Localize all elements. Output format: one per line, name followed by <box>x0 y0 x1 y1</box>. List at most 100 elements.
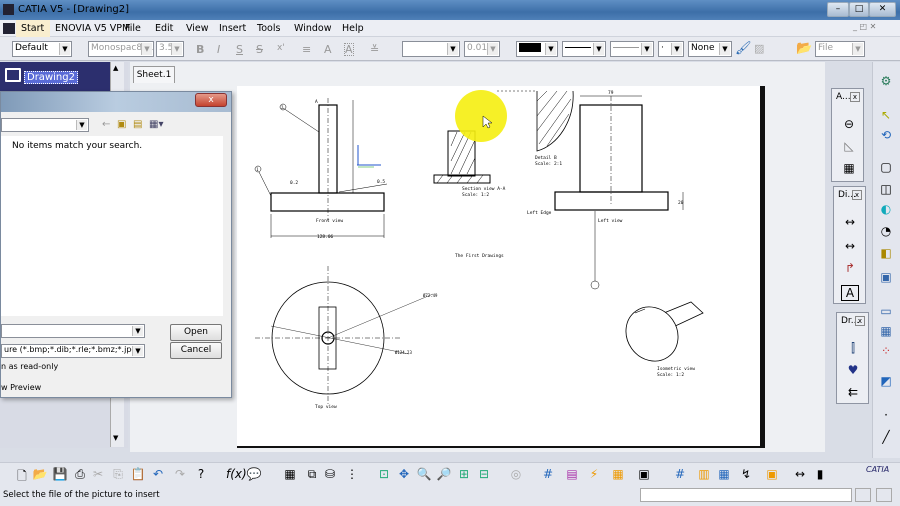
arrow-icon[interactable]: ⇇ <box>844 385 862 399</box>
print-icon[interactable]: ⎙ <box>72 467 88 482</box>
scroll-down-icon[interactable]: ▼ <box>113 434 118 442</box>
paste-icon[interactable]: 📋 <box>130 467 146 481</box>
dress-up-close-icon[interactable]: x <box>855 316 865 326</box>
open-folder-icon[interactable]: 📂 <box>796 41 812 56</box>
open-read-only-checkbox[interactable]: n as read-only <box>1 362 58 371</box>
line-type-select[interactable]: ▼ <box>610 41 654 57</box>
text-size-icon[interactable]: A <box>324 43 332 56</box>
sketch-grid-icon[interactable]: # <box>672 467 688 481</box>
line-icon[interactable]: ╱ <box>877 430 895 444</box>
dimensioning-close-icon[interactable]: x <box>852 190 862 200</box>
bold-button[interactable]: B <box>196 43 204 56</box>
constraints-icon[interactable]: ▦ <box>610 467 626 481</box>
copy-icon[interactable]: ⎘ <box>110 467 126 482</box>
menu-file[interactable]: File <box>125 23 141 34</box>
zoom-area-icon[interactable]: ⊞ <box>456 467 472 481</box>
show-preview-checkbox[interactable]: w Preview <box>1 383 41 392</box>
snap-icon[interactable]: ⚡ <box>586 467 602 481</box>
superscript-button[interactable]: x' <box>277 43 285 53</box>
view-menu-icon[interactable]: ▦▾ <box>149 119 163 130</box>
tree-root-drawing2[interactable]: Drawing2 <box>24 71 78 84</box>
whats-this-icon[interactable]: ? <box>193 467 209 481</box>
new-icon[interactable]: 🗋 <box>14 467 30 488</box>
front-view-icon[interactable]: ▢ <box>877 160 895 174</box>
pattern-select[interactable]: None ▼ <box>688 41 732 57</box>
anchor-icon[interactable]: ≚ <box>370 43 379 56</box>
tab-sheet-1[interactable]: Sheet.1 <box>133 66 175 83</box>
new-folder-icon[interactable]: ▤ <box>133 119 142 130</box>
command-input[interactable] <box>640 488 852 502</box>
text-input[interactable]: ▼ <box>402 41 460 57</box>
library-icon[interactable]: ⛁ <box>322 467 338 481</box>
dialog-close-button[interactable]: x <box>195 93 227 107</box>
select-icon[interactable]: ↖ <box>877 108 895 122</box>
print-preview-icon[interactable]: ▮ <box>812 467 828 481</box>
line-color-select[interactable]: ▼ <box>516 41 558 57</box>
scroll-up-icon[interactable]: ▲ <box>113 64 118 72</box>
network-icon[interactable]: ⧉ <box>304 467 320 482</box>
strikethrough-button[interactable]: S <box>256 43 263 56</box>
zoom-in-icon[interactable]: 🔍 <box>416 467 432 481</box>
text-annotation-icon[interactable]: A <box>841 285 859 301</box>
grid-icon[interactable]: ▦ <box>877 324 895 338</box>
measure-icon[interactable]: ↔ <box>792 467 808 481</box>
tolerance-select[interactable]: 0.0100 ▼ <box>464 41 500 57</box>
command-button-2[interactable] <box>876 488 892 502</box>
doc-window-controls[interactable]: _ ◰ ✕ <box>853 22 876 31</box>
point-type-select[interactable]: · ▼ <box>658 41 684 57</box>
open-button[interactable]: Open <box>170 324 222 341</box>
grid-toggle-icon[interactable]: # <box>540 467 556 481</box>
frame-icon[interactable]: A <box>344 43 354 56</box>
table-icon[interactable]: ▦ <box>840 161 858 175</box>
align-icon[interactable]: ≡ <box>302 43 311 56</box>
detail-icon[interactable]: ◔ <box>877 224 895 238</box>
menu-start[interactable]: Start <box>21 23 44 34</box>
undo-icon[interactable]: ↶ <box>150 467 166 481</box>
table-tool-icon[interactable]: ▦ <box>282 467 298 481</box>
dim-constraint-icon[interactable]: ▥ <box>696 467 712 481</box>
macro-icon[interactable]: ⋮ <box>344 467 360 481</box>
transform-icon[interactable]: ◩ <box>877 374 895 388</box>
annotations-close-icon[interactable]: x <box>850 92 860 102</box>
open-icon[interactable]: 📂 <box>32 467 48 481</box>
section-icon[interactable]: ◐ <box>877 202 895 216</box>
roughness-icon[interactable]: ◺ <box>840 139 858 153</box>
rotate-icon[interactable]: ⟲ <box>877 128 895 142</box>
break-view-icon[interactable]: ◧ <box>877 246 895 260</box>
menu-view[interactable]: View <box>186 23 209 34</box>
file-type-select[interactable]: ure (*.bmp;*.dib;*.rle;*.bmz;*.jpg;*.jpe… <box>1 344 145 358</box>
paintbrush-icon[interactable]: 🖌 <box>735 41 752 56</box>
normal-view-icon[interactable]: ⊟ <box>476 467 492 481</box>
rectangle-icon[interactable]: ▭ <box>877 304 895 318</box>
menu-window[interactable]: Window <box>294 23 331 34</box>
font-size-select[interactable]: 3.5 ▼ <box>156 41 184 57</box>
back-icon[interactable]: ← <box>102 119 110 130</box>
tolerance-dimension-icon[interactable]: ↔ <box>841 239 859 253</box>
sheet-icon[interactable]: ⚙ <box>877 74 895 88</box>
menu-enovia[interactable]: ENOVIA V5 VPM <box>55 23 130 34</box>
command-button-1[interactable] <box>855 488 871 502</box>
view-wizard-icon[interactable]: ▣ <box>877 270 895 284</box>
formula-icon[interactable]: f(x) <box>226 467 247 481</box>
cut-icon[interactable]: ✂ <box>90 467 106 481</box>
font-select[interactable]: Monospac821 ▼ <box>88 41 154 57</box>
underline-button[interactable]: S <box>236 43 243 56</box>
save-icon[interactable]: 💾 <box>52 467 68 481</box>
dimension-icon[interactable]: ↔ <box>841 215 859 229</box>
italic-button[interactable]: I <box>217 43 220 56</box>
points-icon[interactable]: ⁘ <box>877 344 895 358</box>
cumulated-dimension-icon[interactable]: ↱ <box>841 261 859 275</box>
drawing-sheet[interactable]: Front view 128.06 0.2 0.5 A 2 1 Section … <box>237 86 765 448</box>
line-thickness-select[interactable]: ▼ <box>562 41 606 57</box>
comment-icon[interactable]: 💬 <box>246 467 262 481</box>
minimize-button[interactable]: – <box>827 2 849 17</box>
menu-insert[interactable]: Insert <box>219 23 246 34</box>
look-in-select[interactable]: ▼ <box>1 118 89 132</box>
style-select[interactable]: Default ▼ <box>12 41 72 57</box>
axis-line-icon[interactable]: ⫿ <box>844 341 862 355</box>
projection-icon[interactable]: ◫ <box>877 182 895 196</box>
cutting-plane-icon[interactable]: ⊖ <box>840 117 858 131</box>
file-select[interactable]: File ▼ <box>815 41 865 57</box>
geom-constraint-icon[interactable]: ▦ <box>716 467 732 481</box>
position-icon[interactable]: ▣ <box>764 467 780 481</box>
